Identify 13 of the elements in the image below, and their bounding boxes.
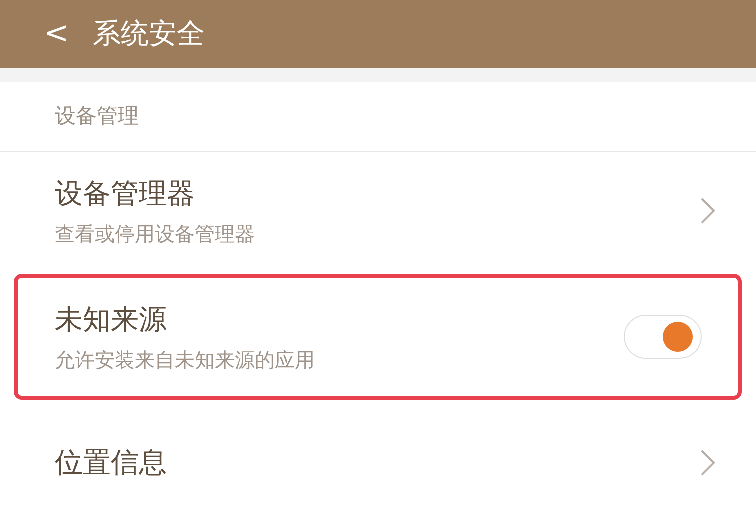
chevron-right-icon [700, 197, 716, 225]
settings-row[interactable]: 设备管理器 查看或停用设备管理器 [0, 152, 756, 270]
setting-title: 设备管理器 [55, 176, 196, 212]
setting-title: 未知来源 [55, 302, 168, 338]
chevron-right-icon [700, 449, 716, 477]
section-title: 设备管理 [55, 102, 139, 130]
toggle-switch[interactable] [624, 315, 702, 359]
page-title: 系统安全 [93, 16, 206, 52]
settings-row[interactable]: 位置信息 [0, 404, 756, 518]
setting-description: 允许安装来自未知来源的应用 [55, 347, 316, 374]
setting-description: 查看或停用设备管理器 [55, 221, 256, 248]
setting-title: 位置信息 [55, 445, 168, 481]
back-button[interactable]: < [44, 19, 70, 49]
